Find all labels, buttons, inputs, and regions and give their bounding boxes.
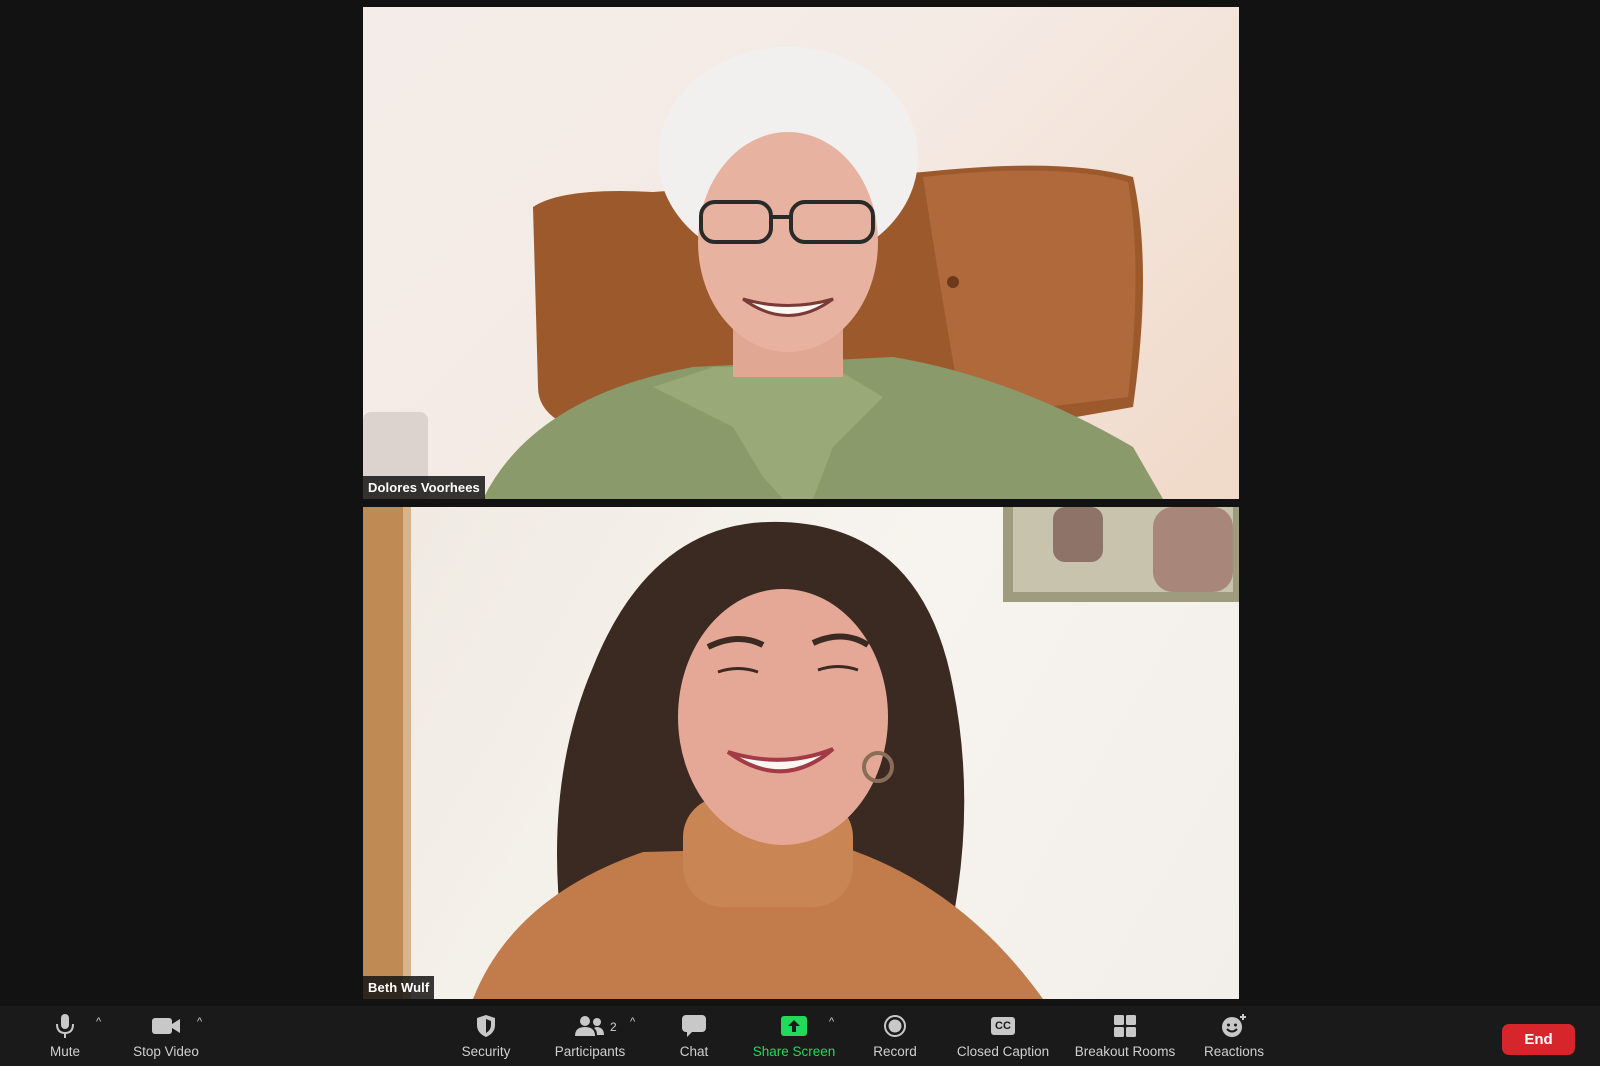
reactions-button[interactable]: Reactions <box>1200 1012 1268 1062</box>
stop-video-label: Stop Video <box>133 1044 199 1059</box>
video-gallery: Dolores Voorhees Beth Wulf <box>0 0 1600 1006</box>
closed-caption-button[interactable]: CC Closed Caption <box>952 1012 1054 1062</box>
end-meeting-button[interactable]: End <box>1502 1024 1575 1055</box>
participant-name-tag: Beth Wulf <box>363 976 435 999</box>
video-tile-dolores[interactable]: Dolores Voorhees <box>363 7 1239 499</box>
share-screen-label: Share Screen <box>752 1044 836 1059</box>
reactions-icon <box>1220 1012 1248 1040</box>
breakout-rooms-button[interactable]: Breakout Rooms <box>1071 1012 1179 1062</box>
breakout-rooms-icon <box>1113 1012 1137 1040</box>
share-screen-icon <box>780 1012 808 1040</box>
record-button[interactable]: Record <box>870 1012 920 1062</box>
mute-button[interactable]: Mute <box>44 1012 86 1062</box>
share-screen-button[interactable]: Share Screen <box>750 1012 838 1062</box>
video-tile-beth[interactable]: Beth Wulf <box>363 507 1239 999</box>
share-options-caret[interactable]: ^ <box>829 1016 834 1028</box>
meeting-toolbar: Mute ^ Stop Video ^ Security Participant… <box>0 1006 1600 1066</box>
video-options-caret[interactable]: ^ <box>197 1016 202 1028</box>
chat-bubble-icon <box>681 1012 707 1040</box>
participants-icon <box>573 1012 607 1040</box>
participants-options-caret[interactable]: ^ <box>630 1016 635 1028</box>
microphone-icon <box>54 1012 76 1040</box>
security-label: Security <box>461 1044 511 1059</box>
video-feed-1 <box>363 47 1163 499</box>
participants-label: Participants <box>554 1044 626 1059</box>
video-feed-2 <box>363 507 1239 999</box>
participant-name-tag: Dolores Voorhees <box>363 476 485 499</box>
audio-options-caret[interactable]: ^ <box>96 1016 101 1028</box>
chat-button[interactable]: Chat <box>676 1012 712 1062</box>
closed-caption-label: Closed Caption <box>956 1044 1050 1059</box>
security-button[interactable]: Security <box>456 1012 516 1062</box>
reactions-label: Reactions <box>1203 1044 1265 1059</box>
record-label: Record <box>873 1044 917 1059</box>
participants-button[interactable]: Participants <box>550 1012 630 1062</box>
breakout-rooms-label: Breakout Rooms <box>1074 1044 1176 1059</box>
stop-video-button[interactable]: Stop Video <box>128 1012 204 1062</box>
shield-icon <box>475 1012 497 1040</box>
chat-label: Chat <box>679 1044 709 1059</box>
video-camera-icon <box>151 1012 181 1040</box>
closed-caption-icon: CC <box>991 1012 1015 1040</box>
participants-count-badge: 2 <box>610 1020 617 1034</box>
record-icon <box>883 1012 907 1040</box>
mute-label: Mute <box>49 1044 80 1059</box>
